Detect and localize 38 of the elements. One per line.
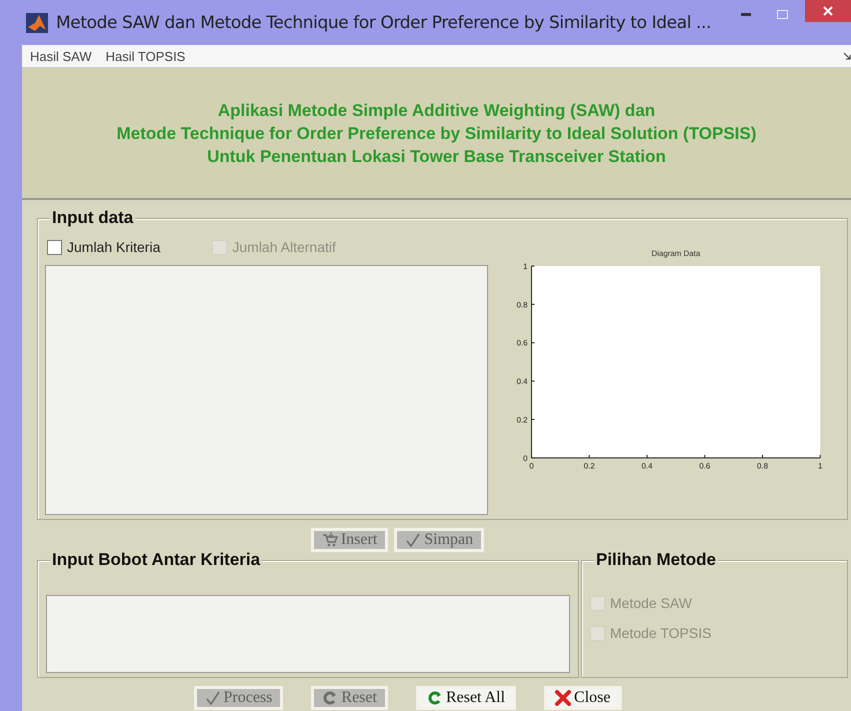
button[interactable]: Close <box>544 686 622 710</box>
arrow-icon[interactable] <box>843 52 851 60</box>
tick-label: 1 <box>523 262 528 271</box>
checkbox[interactable]: Jumlah Kriteria <box>47 239 160 255</box>
header-title: Metode Technique for Order Preference by Similarity to Ideal Solution (TOPSIS) <box>116 122 756 144</box>
tick-label: 0.4 <box>516 377 528 386</box>
minimize-icon <box>741 12 751 16</box>
panel-title: Input data <box>50 208 136 228</box>
button[interactable]: Reset All <box>416 686 516 710</box>
app-logo-icon <box>26 12 48 32</box>
tick-label: 0.6 <box>699 462 710 471</box>
tick-label: 0.8 <box>516 300 528 310</box>
maximize-icon <box>776 10 788 18</box>
tick-label: 0.4 <box>642 462 652 471</box>
tick-label: 0 <box>529 462 534 471</box>
data-table-field[interactable] <box>45 265 488 515</box>
tick-label: 0.2 <box>516 415 528 424</box>
chart-title: Diagram Data <box>652 249 700 258</box>
window-title: Metode SAW dan Metode Technique for Order Preference by Similarity to Ideal ... <box>56 12 712 32</box>
tick-label: 0 <box>523 454 528 463</box>
close-button[interactable] <box>805 0 851 22</box>
weight-field[interactable] <box>46 595 570 673</box>
check-icon <box>405 532 422 548</box>
menu-item[interactable]: Hasil TOPSIS <box>106 48 186 64</box>
refresh-icon <box>426 690 443 706</box>
header-title: Untuk Penentuan Lokasi Tower Base Transceiver Station <box>207 146 666 168</box>
tick-label: 1 <box>818 462 822 471</box>
tick-label: 0.8 <box>757 462 768 471</box>
header-title: Aplikasi Metode Simple Additive Weighting (SAW) dan <box>218 100 656 122</box>
tick-label: 0.2 <box>584 462 595 471</box>
panel-title: Input Bobot Antar Kriteria <box>50 550 262 570</box>
refresh-icon <box>322 690 338 706</box>
close-icon <box>823 6 833 16</box>
close-icon <box>555 690 572 706</box>
menu-item[interactable]: Hasil SAW <box>30 48 92 64</box>
check-icon <box>204 690 220 706</box>
tick-label: 0.6 <box>516 338 528 348</box>
cart-icon <box>322 532 338 548</box>
